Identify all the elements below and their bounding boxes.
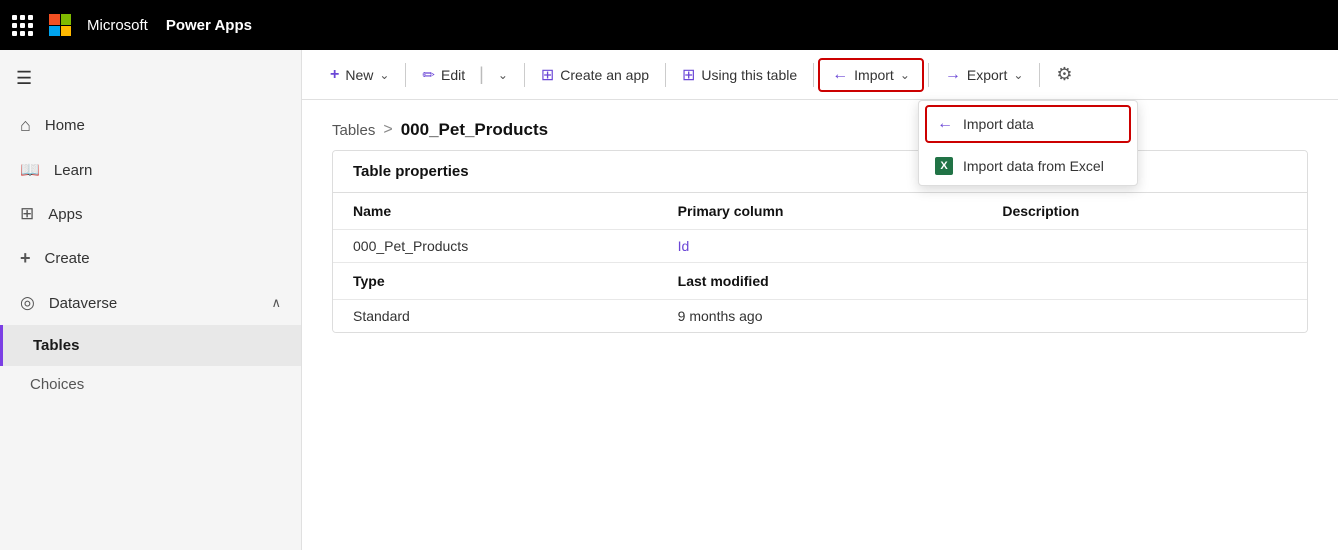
breadcrumb-tables[interactable]: Tables	[332, 122, 375, 139]
edit-pencil-icon: ✏	[422, 66, 435, 84]
learn-icon: 📖	[20, 160, 40, 180]
col-header-description: Description	[982, 193, 1307, 230]
new-button[interactable]: + New ⌄	[318, 60, 401, 90]
sidebar-item-tables[interactable]: Tables	[0, 325, 301, 366]
export-label: Export	[967, 67, 1007, 83]
sidebar-dataverse-label: Dataverse	[49, 295, 117, 312]
import-excel-label: Import data from Excel	[963, 158, 1104, 174]
col-header-name: Name	[333, 193, 658, 230]
dataverse-chevron-icon: ∧	[271, 295, 281, 311]
sidebar-item-create[interactable]: + Create	[0, 236, 301, 281]
new-chevron-icon: ⌄	[379, 68, 389, 82]
microsoft-label: Microsoft	[87, 17, 148, 34]
breadcrumb-current-table: 000_Pet_Products	[401, 120, 548, 140]
divider-6	[1039, 63, 1040, 87]
table-properties-section: Table properties Name Primary column Des…	[332, 150, 1308, 333]
import-button[interactable]: ← Import ⌄	[818, 58, 924, 92]
import-dropdown: ← Import data X Import data from Excel	[918, 100, 1138, 186]
main-layout: ☰ Home 📖 Learn ⊞ Apps + Create ◎ Dataver…	[0, 50, 1338, 550]
toolbar: + New ⌄ ✏ Edit | ⌄ ⊞ Create an app ⊞ Us	[302, 50, 1338, 100]
create-app-button[interactable]: ⊞ Create an app	[529, 59, 661, 91]
table-properties-title: Table properties	[333, 151, 1307, 193]
sidebar-item-home[interactable]: Home	[0, 103, 301, 148]
export-button[interactable]: → Export ⌄	[933, 60, 1036, 90]
import-excel-icon: X	[935, 157, 953, 175]
sidebar-item-apps[interactable]: ⊞ Apps	[0, 192, 301, 236]
col-value-empty	[982, 300, 1307, 332]
import-chevron-icon: ⌄	[900, 68, 910, 82]
create-icon: +	[20, 248, 31, 269]
sidebar-create-label: Create	[45, 250, 90, 267]
main-content: + New ⌄ ✏ Edit | ⌄ ⊞ Create an app ⊞ Us	[302, 50, 1338, 550]
settings-icon: ⚙	[1056, 64, 1072, 85]
col-value-description	[982, 230, 1307, 262]
using-table-icon: ⊞	[682, 65, 695, 85]
settings-button[interactable]: ⚙	[1044, 58, 1084, 91]
sidebar: ☰ Home 📖 Learn ⊞ Apps + Create ◎ Dataver…	[0, 50, 302, 550]
import-data-label: Import data	[963, 116, 1034, 132]
breadcrumb: Tables > 000_Pet_Products	[302, 100, 1338, 150]
sidebar-item-learn[interactable]: 📖 Learn	[0, 148, 301, 192]
col-header-primary: Primary column	[658, 193, 983, 230]
col-header-lastmodified: Last modified	[658, 262, 983, 300]
divider-1	[405, 63, 406, 87]
sidebar-item-choices[interactable]: Choices	[0, 366, 301, 403]
export-arrow-icon: →	[945, 66, 961, 84]
import-data-option[interactable]: ← Import data	[925, 105, 1131, 143]
new-label: New	[345, 67, 373, 83]
using-table-label: Using this table	[701, 67, 797, 83]
toolbar-divider-small: |	[479, 64, 484, 85]
create-app-icon: ⊞	[541, 65, 554, 85]
create-app-label: Create an app	[560, 67, 649, 83]
import-excel-option[interactable]: X Import data from Excel	[919, 147, 1137, 185]
divider-5	[928, 63, 929, 87]
hamburger-button[interactable]: ☰	[0, 58, 301, 99]
table-properties-grid: Name Primary column Description 000_Pet_…	[333, 193, 1307, 332]
edit-chevron-button[interactable]: ⌄	[486, 62, 520, 88]
top-navigation: Microsoft Power Apps	[0, 0, 1338, 50]
col-value-type: Standard	[333, 300, 658, 332]
col-value-lastmodified: 9 months ago	[658, 300, 983, 332]
apps-icon: ⊞	[20, 204, 34, 224]
breadcrumb-separator: >	[383, 121, 392, 139]
divider-3	[665, 63, 666, 87]
sidebar-apps-label: Apps	[48, 206, 82, 223]
tables-label: Tables	[33, 337, 79, 354]
export-chevron-icon: ⌄	[1013, 68, 1023, 82]
using-table-button[interactable]: ⊞ Using this table	[670, 59, 809, 91]
sidebar-home-label: Home	[45, 117, 85, 134]
edit-chevron-icon: ⌄	[498, 68, 508, 82]
import-data-icon: ←	[937, 115, 953, 133]
col-value-name: 000_Pet_Products	[333, 230, 658, 262]
divider-4	[813, 63, 814, 87]
microsoft-logo	[49, 14, 71, 36]
choices-label: Choices	[30, 376, 84, 393]
sidebar-learn-label: Learn	[54, 162, 92, 179]
waffle-menu[interactable]	[12, 15, 33, 36]
product-name: Power Apps	[166, 17, 252, 34]
import-arrow-icon: ←	[832, 66, 848, 84]
col-value-primary[interactable]: Id	[658, 230, 983, 262]
edit-label: Edit	[441, 67, 465, 83]
import-label: Import	[854, 67, 894, 83]
edit-button[interactable]: ✏ Edit	[410, 60, 477, 90]
divider-2	[524, 63, 525, 87]
new-plus-icon: +	[330, 66, 339, 84]
col-header-type: Type	[333, 262, 658, 300]
dataverse-icon: ◎	[20, 293, 35, 313]
col-header-empty	[982, 262, 1307, 300]
sidebar-item-dataverse[interactable]: ◎ Dataverse ∧	[0, 281, 301, 325]
home-icon	[20, 115, 31, 136]
